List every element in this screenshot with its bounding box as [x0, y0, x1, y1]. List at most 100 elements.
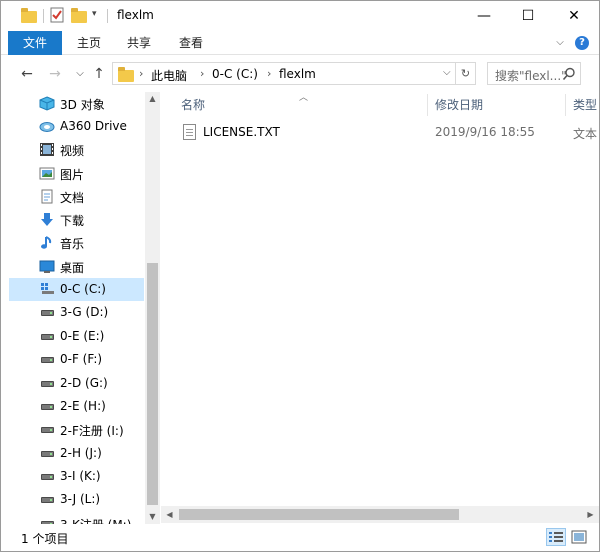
desktop-icon	[39, 260, 55, 273]
system-drive-icon	[41, 283, 54, 294]
tab-view[interactable]: 查看	[179, 31, 203, 55]
video-icon	[40, 143, 54, 156]
sidebar-item-label: 0-C (C:)	[60, 282, 106, 296]
column-divider[interactable]	[565, 94, 566, 116]
title-separator	[107, 9, 108, 23]
address-bar[interactable]: › 此电脑 › 0-C (C:) › flexlm ⌵	[112, 62, 456, 85]
chevron-right-icon[interactable]: ›	[267, 67, 271, 80]
sidebar-item-label: A360 Drive	[60, 119, 127, 133]
scroll-up-icon[interactable]: ▲	[145, 92, 160, 106]
scroll-right-icon[interactable]: ▶	[582, 506, 599, 523]
ribbon-tabs: 文件 主页 共享 查看 ⌵ ?	[1, 31, 599, 55]
sidebar-item-drive-l[interactable]: 3-J (L:)	[9, 488, 144, 511]
refresh-button[interactable]: ↻	[456, 62, 476, 85]
sidebar-item-drive-f[interactable]: 0-F (F:)	[9, 348, 144, 371]
column-header-type[interactable]: 类型	[573, 92, 597, 118]
chevron-right-icon[interactable]: ›	[139, 67, 143, 80]
sidebar-item-label: 2-H (J:)	[60, 446, 102, 460]
chevron-right-icon[interactable]: ›	[200, 67, 204, 80]
navigation-pane: 3D 对象 A360 Drive 视频 图片 文档 下载 音乐 桌面 0-C (…	[1, 92, 161, 524]
sidebar-scroll-thumb[interactable]	[147, 263, 158, 505]
customize-qat-icon[interactable]: ▾	[92, 9, 97, 27]
file-list: ︿ 名称 修改日期 类型 LICENSE.TXT 2019/9/16 18:55…	[161, 92, 599, 524]
tab-home[interactable]: 主页	[77, 31, 101, 55]
window-title: flexlm	[117, 8, 154, 22]
tab-file[interactable]: 文件	[8, 31, 62, 55]
address-dropdown-icon[interactable]: ⌵	[443, 67, 451, 78]
pictures-icon	[39, 167, 55, 180]
search-input[interactable]: 搜索"flexl..."	[495, 67, 567, 84]
scroll-left-icon[interactable]: ◀	[161, 506, 178, 523]
column-divider[interactable]	[427, 94, 428, 116]
sidebar-item-music[interactable]: 音乐	[9, 231, 144, 254]
breadcrumb-this-pc[interactable]: 此电脑	[151, 67, 187, 84]
title-separator	[43, 9, 44, 23]
help-icon[interactable]: ?	[575, 36, 589, 50]
file-name: LICENSE.TXT	[203, 125, 280, 139]
sidebar-item-label: 文档	[60, 191, 85, 205]
drive-icon	[41, 427, 54, 433]
sidebar-item-label: 下载	[60, 214, 85, 228]
column-header-name[interactable]: 名称	[181, 92, 205, 118]
sidebar-item-label: 3-K注册 (M:)	[60, 516, 131, 524]
sidebar-item-label: 音乐	[60, 237, 85, 251]
sidebar-item-drive-e[interactable]: 0-E (E:)	[9, 325, 144, 348]
drive-icon	[41, 451, 54, 457]
sidebar-item-a360-drive[interactable]: A360 Drive	[9, 115, 144, 138]
sidebar-item-pictures[interactable]: 图片	[9, 162, 144, 185]
navigation-bar: ← → ⌵ ↑ › 此电脑 › 0-C (C:) › flexlm ⌵ ↻ 搜索…	[1, 56, 599, 92]
sidebar-item-label: 2-D (G:)	[60, 376, 108, 390]
sidebar-item-label: 3-I (K:)	[60, 469, 101, 483]
sidebar-item-label: 3D 对象	[60, 98, 105, 112]
back-button[interactable]: ←	[18, 65, 36, 83]
search-icon[interactable]	[562, 67, 576, 81]
sidebar-item-documents[interactable]: 文档	[9, 185, 144, 208]
file-type: 文本	[573, 127, 598, 141]
sidebar-item-drive-m[interactable]: 3-K注册 (M:)	[9, 512, 144, 524]
sidebar-item-drive-i[interactable]: 2-F注册 (I:)	[9, 418, 144, 441]
properties-icon[interactable]	[49, 7, 65, 23]
sidebar-item-drive-h[interactable]: 2-E (H:)	[9, 395, 144, 418]
status-bar: 1 个项目	[1, 524, 599, 551]
drive-icon	[41, 357, 54, 363]
scroll-down-icon[interactable]: ▼	[145, 510, 160, 524]
folder-icon	[21, 8, 37, 23]
sidebar-item-3d-objects[interactable]: 3D 对象	[9, 92, 144, 115]
title-bar: ▾ flexlm — ☐ ✕	[1, 1, 599, 31]
tab-share[interactable]: 共享	[127, 31, 151, 55]
file-list-scrollbar[interactable]: ◀ ▶	[161, 506, 599, 523]
folder-icon	[118, 67, 134, 82]
details-view-button[interactable]	[546, 528, 566, 546]
sidebar-item-drive-c[interactable]: 0-C (C:)	[9, 278, 144, 301]
drive-icon	[41, 310, 54, 316]
sidebar-scrollbar[interactable]: ▲ ▼	[145, 92, 160, 524]
large-icons-view-button[interactable]	[569, 528, 589, 546]
maximize-button[interactable]: ☐	[505, 1, 551, 31]
close-button[interactable]: ✕	[551, 1, 597, 31]
sidebar-item-drive-j[interactable]: 2-H (J:)	[9, 442, 144, 465]
item-count: 1 个项目	[21, 532, 69, 546]
sidebar-item-label: 2-F注册 (I:)	[60, 424, 124, 438]
sidebar-item-desktop[interactable]: 桌面	[9, 255, 144, 278]
expand-ribbon-icon[interactable]: ⌵	[553, 36, 567, 50]
new-folder-icon[interactable]	[71, 8, 87, 23]
column-header-modified[interactable]: 修改日期	[435, 92, 483, 118]
sidebar-item-drive-g[interactable]: 2-D (G:)	[9, 372, 144, 395]
recent-locations-button[interactable]: ⌵	[71, 65, 89, 83]
file-list-scroll-thumb[interactable]	[179, 509, 459, 520]
breadcrumb-folder[interactable]: flexlm	[279, 67, 316, 81]
search-box[interactable]: 搜索"flexl..."	[487, 62, 581, 85]
3d-objects-icon	[39, 96, 55, 111]
up-button[interactable]: ↑	[90, 65, 108, 83]
forward-button[interactable]: →	[46, 65, 64, 83]
sidebar-item-label: 视频	[60, 144, 85, 158]
sidebar-item-drive-k[interactable]: 3-I (K:)	[9, 465, 144, 488]
sidebar-item-drive-d[interactable]: 3-G (D:)	[9, 301, 144, 324]
minimize-button[interactable]: —	[461, 1, 507, 31]
sidebar-item-downloads[interactable]: 下载	[9, 208, 144, 231]
drive-icon	[41, 497, 54, 503]
large-icons-view-icon	[571, 530, 587, 544]
file-row[interactable]: LICENSE.TXT 2019/9/16 18:55 文本	[175, 122, 598, 144]
breadcrumb-drive[interactable]: 0-C (C:)	[212, 67, 258, 81]
sidebar-item-videos[interactable]: 视频	[9, 138, 144, 161]
